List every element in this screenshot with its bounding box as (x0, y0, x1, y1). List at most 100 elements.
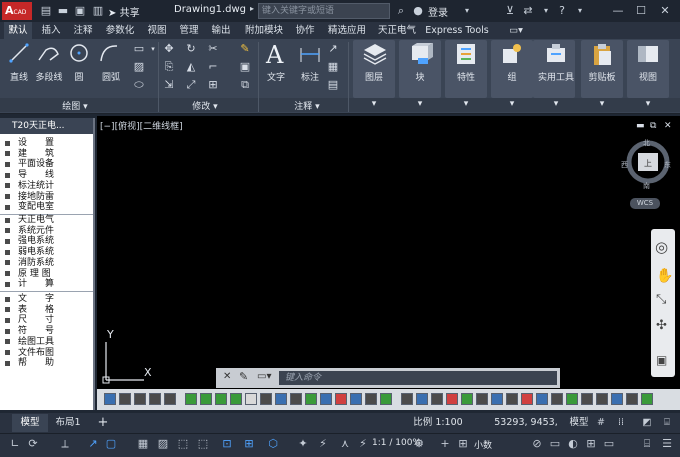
close-icon[interactable]: ✕ (657, 3, 673, 19)
tangent-tool-icon[interactable] (626, 393, 638, 405)
compass-north[interactable]: 北 (643, 138, 650, 148)
zoom-extents-icon[interactable]: ⤡ (656, 292, 666, 307)
ellipse-icon[interactable]: ⬭ (132, 78, 146, 92)
tangent-tool-icon[interactable] (134, 393, 146, 405)
tangent-tool-icon[interactable] (551, 393, 563, 405)
text-tool-icon[interactable]: A (266, 41, 283, 69)
mirror-icon[interactable]: ◭ (184, 60, 198, 74)
rectangle-icon[interactable]: ▭ (132, 42, 146, 56)
tangent-tool-icon[interactable] (476, 393, 488, 405)
tangent-tool-icon[interactable] (536, 393, 548, 405)
chevron-down-icon[interactable]: ▾ (460, 99, 472, 109)
transparency-icon[interactable]: ⬚ (176, 436, 190, 452)
tab-view[interactable]: 视图 (144, 22, 170, 39)
tangent-tool-icon[interactable] (431, 393, 443, 405)
tab-featured-apps[interactable]: 精选应用 (324, 22, 370, 39)
cart-icon[interactable]: ⊻ (502, 3, 518, 19)
offset-icon[interactable]: ⧉ (238, 78, 252, 92)
t20-menu-item[interactable]: 接地防雷 (18, 192, 54, 202)
draw-panel-title[interactable]: 绘图 ▾ (50, 99, 100, 112)
annotation-monitor-icon[interactable]: + (438, 436, 452, 452)
tab-manage[interactable]: 管理 (176, 22, 202, 39)
t20-menu-item[interactable]: 文 字 (18, 294, 54, 304)
tangent-tool-icon[interactable] (104, 393, 116, 405)
erase-icon[interactable]: ✎ (238, 42, 252, 56)
move-icon[interactable]: ✥ (162, 42, 176, 56)
rotate-icon[interactable]: ↻ (184, 42, 198, 56)
tangent-tool-icon[interactable] (164, 393, 176, 405)
t20-menu-item[interactable]: 标注统计 (18, 181, 54, 191)
polar-icon[interactable]: ⟳ (26, 436, 40, 452)
tangent-tool-icon[interactable] (245, 393, 257, 405)
viewport-label[interactable]: [−][俯视][二维线框] (100, 119, 183, 132)
tangent-tool-icon[interactable] (461, 393, 473, 405)
tangent-tool-icon[interactable] (350, 393, 362, 405)
tangent-tool-icon[interactable] (260, 393, 272, 405)
modify-panel-title[interactable]: 修改 ▾ (180, 99, 230, 112)
lock-ui-icon[interactable]: ▭ (548, 436, 562, 452)
compass-south[interactable]: 南 (643, 181, 650, 191)
t20-menu-item[interactable]: 计 算 (18, 279, 54, 289)
close-icon[interactable]: ✕ (223, 371, 231, 382)
chevron-down-icon[interactable]: ▾ (506, 99, 518, 109)
tangent-tool-icon[interactable] (416, 393, 428, 405)
chevron-down-icon[interactable]: ▾ (572, 3, 588, 19)
fillet-icon[interactable]: ⌐ (206, 60, 220, 74)
orbit-icon[interactable]: ✣ (656, 318, 667, 333)
minimize-icon[interactable]: — (610, 3, 626, 19)
grid-display-icon[interactable]: ▦ (136, 436, 150, 452)
workspace-icon[interactable]: ⚡ (356, 436, 370, 452)
tab-tangent-electric[interactable]: 天正电气 (374, 22, 420, 39)
annotation-panel-title[interactable]: 注释 ▾ (282, 99, 332, 112)
app-logo[interactable]: ACAD (2, 2, 32, 20)
t20-menu-item[interactable]: 符 号 (18, 326, 54, 336)
connect-icon[interactable]: ⇄ (520, 3, 536, 19)
grid-icon[interactable]: # (594, 414, 608, 432)
restore-icon[interactable]: ⧉ (650, 121, 656, 131)
wcs-menu[interactable]: WCS (630, 198, 660, 209)
dynamic-input-icon[interactable]: ◩ (640, 414, 654, 432)
stretch-icon[interactable]: ⇲ (162, 78, 176, 92)
chevron-down-icon[interactable]: ▾ (459, 3, 475, 19)
tangent-tool-icon[interactable] (275, 393, 287, 405)
drawing-viewport[interactable] (97, 116, 680, 410)
menu-icon[interactable]: ☰ (660, 436, 674, 452)
t20-panel-header[interactable]: T20天正电... (0, 118, 93, 134)
annotation-scale[interactable]: 比例 1:100 (408, 414, 468, 432)
tab-parametric[interactable]: 参数化 (102, 22, 138, 39)
tangent-tool-icon[interactable] (149, 393, 161, 405)
t20-menu-item[interactable]: 设 置 (18, 138, 54, 148)
tab-insert[interactable]: 插入 (38, 22, 64, 39)
tab-model[interactable]: 模型 (12, 414, 48, 432)
units-selector[interactable]: 小数 (474, 438, 492, 451)
tab-collaborate[interactable]: 协作 (292, 22, 318, 39)
compass-west[interactable]: 西 (621, 160, 628, 170)
units-icon[interactable]: ⊞ (456, 436, 470, 452)
tab-output[interactable]: 输出 (208, 22, 234, 39)
maximize-icon[interactable]: ☐ (633, 3, 649, 19)
copy-icon[interactable]: ⎘ (162, 60, 176, 74)
tangent-tool-icon[interactable] (320, 393, 332, 405)
pan-icon[interactable]: ✋ (656, 268, 673, 284)
search-icon[interactable]: ⌕ (393, 3, 409, 19)
tangent-tool-icon[interactable] (230, 393, 242, 405)
snap-dots-icon[interactable]: ⁞⁞ (614, 414, 628, 432)
t20-menu-item[interactable]: 强电系统 (18, 236, 54, 246)
tangent-tool-icon[interactable] (611, 393, 623, 405)
selection-cycling-icon[interactable]: ⬚ (196, 436, 210, 452)
trim-icon[interactable]: ✂ (206, 42, 220, 56)
add-layout-icon[interactable]: + (94, 414, 112, 432)
ortho-icon[interactable]: ∟ (8, 436, 22, 452)
tangent-tool-icon[interactable] (566, 393, 578, 405)
object-snap-tracking-icon[interactable]: ⟂ (58, 436, 72, 452)
tab-express-tools[interactable]: Express Tools (424, 22, 490, 39)
t20-menu-item[interactable]: 变配电室 (18, 202, 54, 212)
tangent-tool-icon[interactable] (596, 393, 608, 405)
t20-menu-item[interactable]: 平面设备 (18, 159, 54, 169)
tangent-tool-icon[interactable] (401, 393, 413, 405)
t20-menu-item[interactable]: 绘图工具 (18, 337, 54, 347)
command-input[interactable]: 键入命令 (279, 371, 557, 385)
line-tool-icon[interactable] (8, 42, 30, 64)
t20-menu-item[interactable]: 表 格 (18, 305, 54, 315)
quick-properties-icon[interactable]: ⊘ (530, 436, 544, 452)
